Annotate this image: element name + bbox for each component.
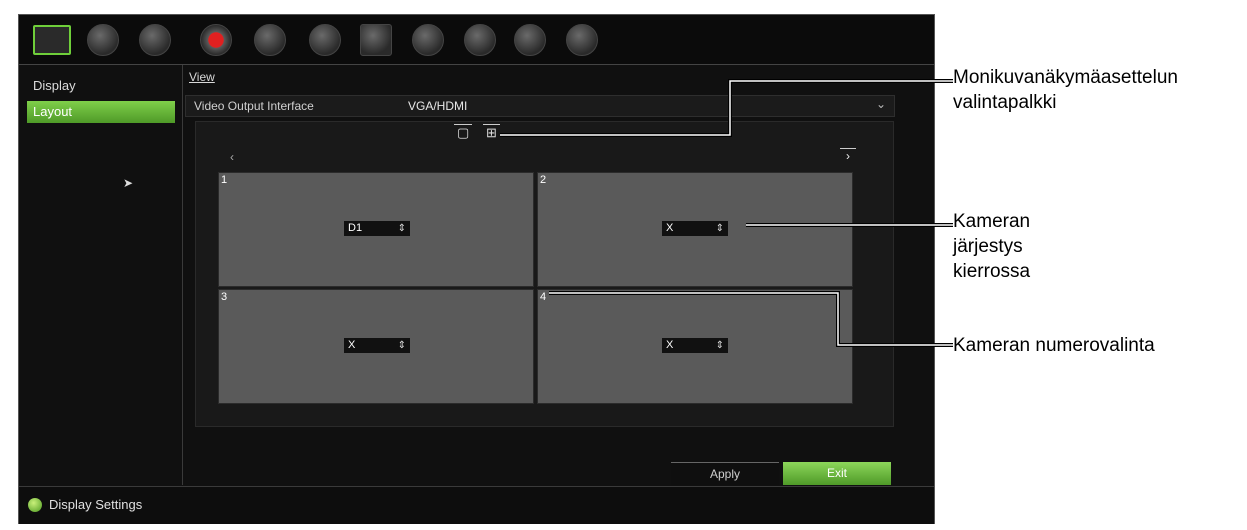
camera-select-value: D1 [348,222,363,234]
cell-number: 3 [221,291,228,303]
sidebar: Display Layout ➤ [19,65,183,485]
network-icon[interactable] [139,24,171,56]
sidebar-item-layout[interactable]: Layout [27,101,175,123]
cell-number: 4 [540,291,547,303]
help-icon[interactable] [514,24,546,56]
exit-button[interactable]: Exit [783,462,891,485]
quad-view-icon[interactable]: ⊞ [483,124,500,141]
updown-icon: ⇕ [397,340,406,351]
display-icon[interactable] [33,25,71,55]
cell-number: 1 [221,174,228,186]
chevron-down-icon[interactable]: ⌄ [876,97,886,111]
page-right-arrow[interactable]: › [840,148,856,163]
status-bar: Display Settings [19,486,934,524]
alarm-icon[interactable] [254,24,286,56]
video-output-interface-value[interactable]: VGA/HDMI [408,99,467,113]
updown-icon: ⇕ [715,223,724,234]
camera-select[interactable]: X ⇕ [662,221,728,236]
shutdown-icon[interactable] [566,24,598,56]
layout-cell-3[interactable]: 3 X ⇕ [218,289,534,404]
page-left-arrow[interactable]: ‹ [230,150,234,164]
status-text: Display Settings [49,497,143,512]
apply-button[interactable]: Apply [671,462,779,485]
updown-icon: ⇕ [715,340,724,351]
nvr-window: Display Layout ➤ View Video Output Inter… [18,14,935,524]
layout-panel: ▢ ⊞ ‹ › 1 D1 ⇕ 2 X ⇕ 3 X ⇕ 4 X ⇕ [195,121,894,427]
camera-select[interactable]: X ⇕ [344,338,410,353]
camera-select-value: X [666,222,674,234]
system-info-icon[interactable] [464,24,496,56]
layout-cell-2[interactable]: 2 X ⇕ [537,172,853,287]
updown-icon: ⇕ [397,223,406,234]
single-view-icon[interactable]: ▢ [454,124,473,141]
user-icon[interactable] [412,24,444,56]
callout-layout-bar: Monikuvanäkymäasettelun valintapalkki [953,67,1178,113]
callout-camera-order: Kameran järjestys kierrossa [953,211,1031,282]
camera-select[interactable]: D1 ⇕ [344,221,410,236]
layout-cell-1[interactable]: 1 D1 ⇕ [218,172,534,287]
layout-cell-4[interactable]: 4 X ⇕ [537,289,853,404]
camera-select[interactable]: X ⇕ [662,338,728,353]
camera-select-value: X [348,339,356,351]
device-icon[interactable] [309,24,341,56]
cell-number: 2 [540,174,547,186]
record-icon[interactable] [200,24,232,56]
hdd-icon[interactable] [360,24,392,56]
video-output-interface-row[interactable]: Video Output Interface VGA/HDMI ⌄ [185,95,895,117]
video-output-interface-label: Video Output Interface [194,99,314,113]
tab-view[interactable]: View [189,70,215,84]
sidebar-item-display[interactable]: Display [27,75,175,97]
settings-status-icon [28,498,42,512]
top-menu-bar [19,15,934,65]
callout-camera-number: Kameran numerovalinta [953,335,1155,356]
camera-select-value: X [666,339,674,351]
camera-icon[interactable] [87,24,119,56]
mouse-cursor-icon: ➤ [123,176,134,190]
